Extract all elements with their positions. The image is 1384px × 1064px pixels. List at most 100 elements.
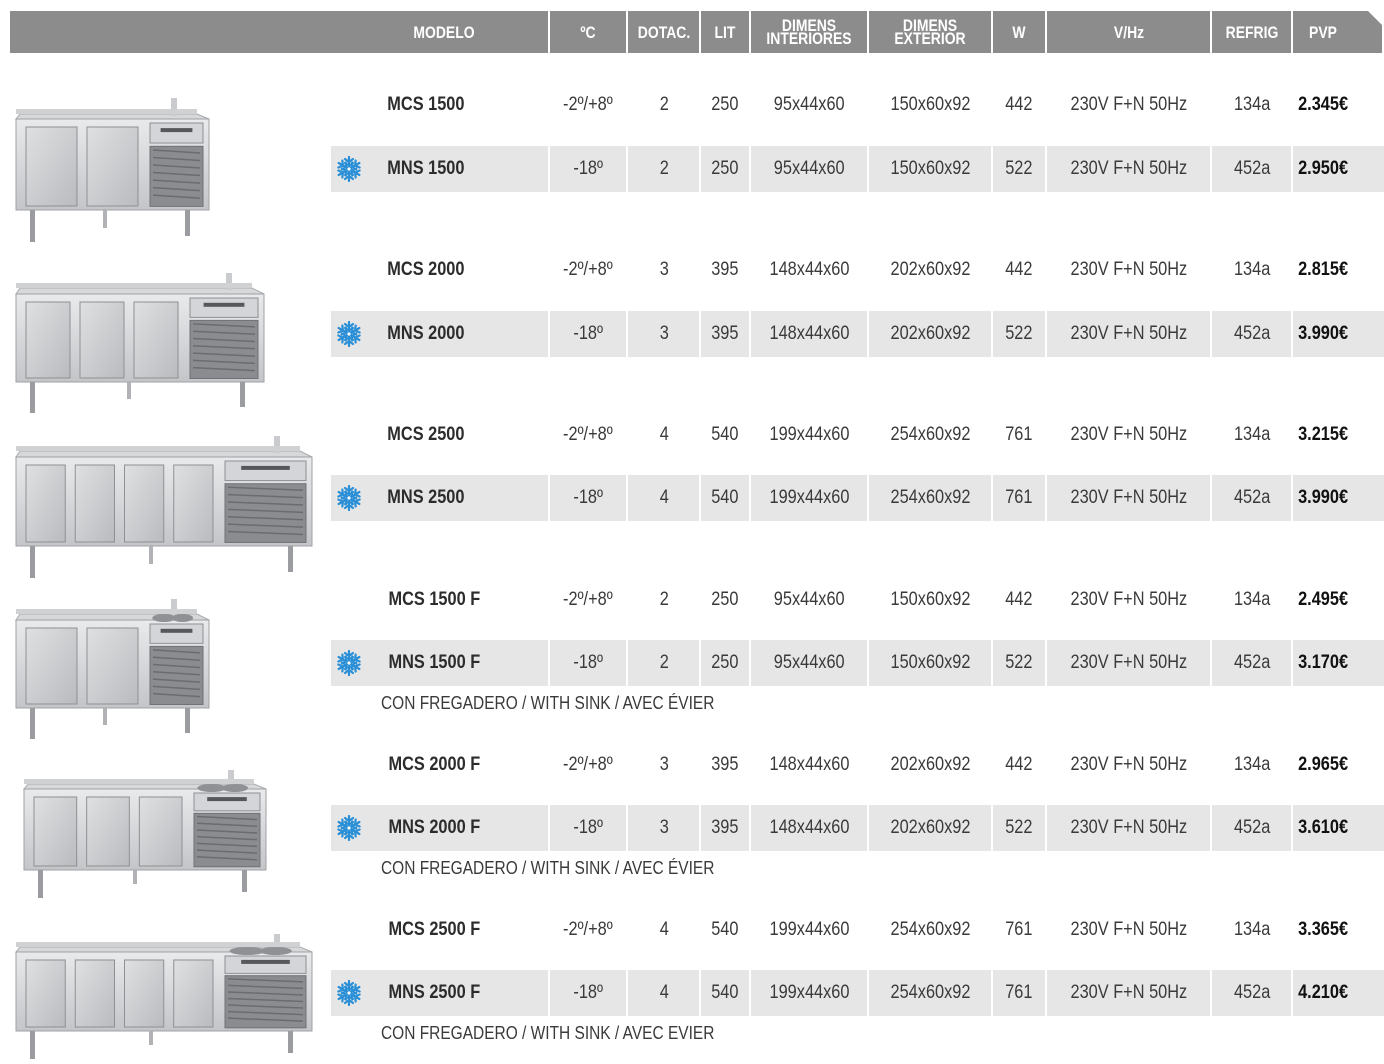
cell-text: MCS 1500 F <box>388 589 481 610</box>
cell-text: 2.345€ <box>1298 94 1348 115</box>
cell-text: MNS 2500 F <box>388 982 481 1003</box>
cell-text: MNS 1500 F <box>388 652 481 673</box>
cell-text: 134a <box>1233 94 1271 115</box>
cell-text: 522 <box>1005 158 1033 179</box>
table-row: MNS 2000 F -18º 3 395 148x44x60 202x60x92 522 2… <box>331 805 1384 851</box>
cell-text: 452a <box>1233 817 1271 838</box>
snowflake-icon <box>335 155 363 183</box>
cell-text: 230V F+N 50Hz <box>1070 487 1188 508</box>
product-image <box>14 96 211 242</box>
cell-vhz: 230V F+N 50Hz <box>1047 311 1211 357</box>
cell-text: 199x44x60 <box>769 919 849 940</box>
header-divider <box>1045 11 1047 53</box>
header-dotac: DOTAC. <box>637 22 691 42</box>
cell-dim-int: 148x44x60 <box>751 247 867 293</box>
cell-text: -2º/+8º <box>563 94 613 115</box>
header-divider <box>548 11 550 53</box>
sink-note: CON FREGADERO / WITH SINK / AVEC ÉVIER <box>381 858 715 878</box>
cell-text: 230V F+N 50Hz <box>1070 817 1188 838</box>
header-divider <box>1291 11 1293 53</box>
cell-w: 761 <box>993 412 1045 458</box>
cell-text: MCS 2000 <box>387 259 465 280</box>
cell-text: 250 <box>711 94 739 115</box>
cell-dim-int: 148x44x60 <box>751 805 867 851</box>
cell-text: 202x60x92 <box>890 259 970 280</box>
table-row: MCS 2000 F -2º/+8º 3 395 148x44x60 202x60x92 4… <box>331 742 1384 788</box>
header-lit: LIT <box>714 22 736 42</box>
cell-pvp: 2.965€ <box>1293 742 1353 788</box>
cell-text: 148x44x60 <box>769 817 849 838</box>
cell-text: 4 <box>659 487 669 508</box>
cell-model: MNS 1500 <box>381 146 551 192</box>
cell-text: -18º <box>573 982 603 1003</box>
table-header: MODELO ºC DOTAC. LIT DIMENS INTERIORES D… <box>10 11 1382 53</box>
cell-w: 442 <box>993 742 1045 788</box>
cell-text: 3 <box>659 817 669 838</box>
cell-model: MNS 1500 F <box>381 640 551 686</box>
cell-lit: 395 <box>701 805 749 851</box>
cell-temp: -18º <box>550 311 626 357</box>
cell-model: MCS 2000 <box>381 247 551 293</box>
cell-text: 230V F+N 50Hz <box>1070 94 1188 115</box>
cell-text: 95x44x60 <box>773 589 845 610</box>
cell-refrig: 134a <box>1212 907 1292 953</box>
cell-text: 4 <box>659 424 669 445</box>
cell-text: 199x44x60 <box>769 487 849 508</box>
cell-dim-ext: 202x60x92 <box>869 247 991 293</box>
cell-temp: -18º <box>550 640 626 686</box>
cell-text: 202x60x92 <box>890 323 970 344</box>
cell-refrig: 134a <box>1212 247 1292 293</box>
sink-note: CON FREGADERO / WITH SINK / AVEC EVIER <box>381 1023 715 1043</box>
cell-text: 254x60x92 <box>890 487 970 508</box>
cell-text: 3.990€ <box>1298 487 1348 508</box>
snowflake-icon <box>335 484 363 512</box>
cell-vhz: 230V F+N 50Hz <box>1047 970 1211 1016</box>
header-divider <box>867 11 869 53</box>
cell-model: MCS 2500 F <box>381 907 551 953</box>
cell-dotac: 2 <box>628 82 700 128</box>
cell-text: 150x60x92 <box>890 652 970 673</box>
cell-lit: 540 <box>701 970 749 1016</box>
cell-dim-int: 95x44x60 <box>751 577 867 623</box>
cell-w: 442 <box>993 82 1045 128</box>
cell-text: 522 <box>1005 323 1033 344</box>
cell-dim-ext: 254x60x92 <box>869 412 991 458</box>
cell-text: MCS 2500 F <box>388 919 481 940</box>
cell-dim-int: 199x44x60 <box>751 907 867 953</box>
cell-temp: -2º/+8º <box>550 577 626 623</box>
cell-text: 150x60x92 <box>890 158 970 179</box>
cell-dotac: 3 <box>628 311 700 357</box>
header-dim-ext: DIMENS EXTERIOR <box>880 11 980 53</box>
header-divider <box>749 11 751 53</box>
header-temp: ºC <box>580 22 596 42</box>
cell-dotac: 3 <box>628 742 700 788</box>
product-image <box>22 768 268 898</box>
cell-text: 230V F+N 50Hz <box>1070 424 1188 445</box>
cell-lit: 250 <box>701 146 749 192</box>
cell-text: 395 <box>711 323 739 344</box>
cell-refrig: 134a <box>1212 577 1292 623</box>
cell-text: 761 <box>1005 982 1033 1003</box>
cell-pvp: 2.815€ <box>1293 247 1353 293</box>
header-refrig: REFRIG <box>1225 22 1279 42</box>
cell-dim-int: 95x44x60 <box>751 82 867 128</box>
cell-refrig: 452a <box>1212 970 1292 1016</box>
cell-refrig: 134a <box>1212 82 1292 128</box>
cell-dotac: 2 <box>628 146 700 192</box>
sink-note: CON FREGADERO / WITH SINK / AVEC ÉVIER <box>381 693 715 713</box>
cell-text: MNS 2500 <box>387 487 465 508</box>
cell-lit: 250 <box>701 577 749 623</box>
cell-refrig: 452a <box>1212 475 1292 521</box>
cell-dim-ext: 202x60x92 <box>869 805 991 851</box>
cell-text: 4 <box>659 919 669 940</box>
cell-text: MNS 2000 F <box>388 817 481 838</box>
cell-text: 2.495€ <box>1298 589 1348 610</box>
cell-refrig: 452a <box>1212 311 1292 357</box>
header-divider <box>1210 11 1212 53</box>
cell-text: 4 <box>659 982 669 1003</box>
cell-pvp: 3.610€ <box>1293 805 1353 851</box>
cell-temp: -18º <box>550 970 626 1016</box>
header-vhz: V/Hz <box>1113 22 1145 42</box>
cell-text: MCS 2000 F <box>388 754 481 775</box>
cell-temp: -18º <box>550 805 626 851</box>
